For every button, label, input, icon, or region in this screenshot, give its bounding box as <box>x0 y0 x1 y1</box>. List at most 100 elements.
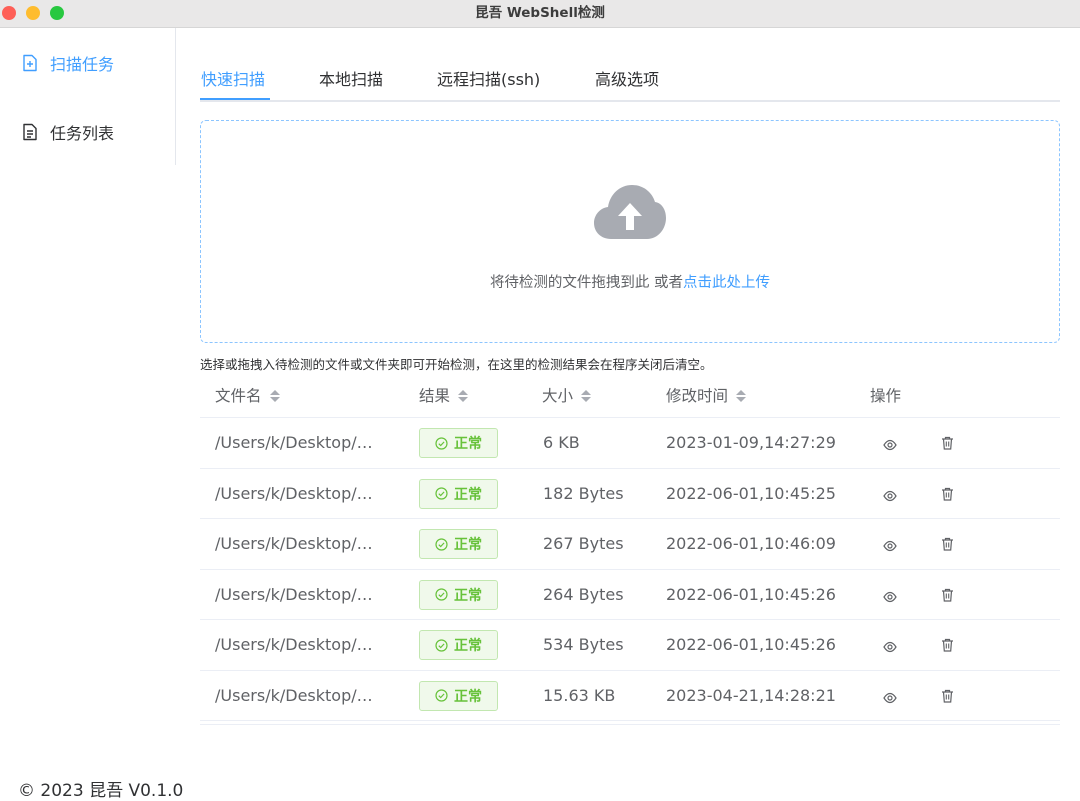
upload-text: 将待检测的文件拖拽到此 或者 <box>489 275 684 291</box>
delete-button[interactable] <box>941 486 954 505</box>
table-row: /Users/k/Desktop/… 正常 6 KB 2023-01-09,14:27… <box>200 418 1060 469</box>
check-circle-icon <box>435 689 448 702</box>
table-row: /Users/k/Desktop/… 正常 267 Bytes 2022-06-01,… <box>200 519 1060 570</box>
sidebar-item-task-list[interactable]: 任务列表 <box>22 118 114 146</box>
cell-modified: 2023-01-09,14:27:29 <box>666 433 836 452</box>
delete-button[interactable] <box>941 435 954 454</box>
active-tab-indicator <box>200 98 270 100</box>
cell-filename: /Users/k/Desktop/… <box>215 433 373 452</box>
view-icon <box>883 490 897 501</box>
tab-remote-scan[interactable]: 远程扫描(ssh) <box>437 66 540 90</box>
document-list-icon <box>23 123 37 141</box>
result-status-badge: 正常 <box>419 630 498 660</box>
table-header: 文件名 结果 大小 修改时间 操作 <box>200 370 1060 418</box>
column-header-result[interactable]: 结果 <box>419 384 469 406</box>
sidebar-item-label: 任务列表 <box>50 124 115 143</box>
view-button[interactable] <box>883 537 897 556</box>
upload-instructions: 将待检测的文件拖拽到此 或者点击此处上传 <box>201 271 1059 292</box>
cell-modified: 2023-04-21,14:28:21 <box>666 685 836 705</box>
view-icon <box>883 439 897 451</box>
results-table: 文件名 结果 大小 修改时间 操作 /Users/k/Desktop/… 正常 6 … <box>200 370 1060 725</box>
table-row: /Users/k/Desktop/… 正常 15.63 KB 2023-04-21,1… <box>200 671 1060 721</box>
cell-size: 534 Bytes <box>543 635 624 654</box>
cell-filename: /Users/k/Desktop/… <box>215 635 373 654</box>
view-button[interactable] <box>883 588 897 607</box>
footer-copyright: © 2023 昆吾 V0.1.0 <box>18 781 184 801</box>
sidebar: 扫描任务 任务列表 <box>0 28 176 165</box>
cell-size: 15.63 KB <box>543 685 616 705</box>
sort-icon[interactable] <box>269 390 280 402</box>
result-status-badge: 正常 <box>419 680 498 711</box>
column-header-filename[interactable]: 文件名 <box>215 384 280 406</box>
tab-local-scan[interactable]: 本地扫描 <box>319 66 383 90</box>
scan-tabs: 快速扫描 本地扫描 远程扫描(ssh) 高级选项 <box>200 56 1060 102</box>
result-label: 正常 <box>454 486 482 503</box>
table-row: /Users/k/Desktop/… 正常 534 Bytes 2022-06-01,… <box>200 620 1060 671</box>
cell-size: 182 Bytes <box>543 483 624 503</box>
cell-modified: 2022-06-01,10:46:09 <box>666 534 836 553</box>
sidebar-item-scan-task[interactable]: 扫描任务 <box>22 49 114 77</box>
result-label: 正常 <box>454 638 482 654</box>
check-circle-icon <box>435 436 448 450</box>
cloud-upload-icon <box>594 185 666 239</box>
delete-button[interactable] <box>941 688 954 707</box>
trash-icon <box>942 537 953 551</box>
trash-icon <box>942 689 953 703</box>
view-icon <box>883 540 897 552</box>
cell-filename: /Users/k/Desktop/… <box>215 483 373 503</box>
delete-button[interactable] <box>941 536 954 555</box>
result-status-badge: 正常 <box>419 579 498 610</box>
tab-advanced-options[interactable]: 高级选项 <box>595 66 659 90</box>
cell-size: 6 KB <box>543 433 580 452</box>
cell-size: 267 Bytes <box>543 534 624 553</box>
window-title: 昆吾 WebShell检测 <box>475 5 605 21</box>
trash-icon <box>942 588 953 602</box>
view-button[interactable] <box>883 436 897 455</box>
check-circle-icon <box>435 537 448 551</box>
view-button[interactable] <box>883 638 897 657</box>
trash-icon <box>942 487 953 501</box>
check-circle-icon <box>435 487 448 500</box>
result-label: 正常 <box>454 688 482 705</box>
view-icon <box>883 692 897 703</box>
table-body: /Users/k/Desktop/… 正常 6 KB 2023-01-09,14:27… <box>200 418 1060 721</box>
view-button[interactable] <box>883 689 897 708</box>
check-circle-icon <box>435 588 448 601</box>
sort-icon[interactable] <box>458 390 469 402</box>
sort-icon[interactable] <box>736 390 747 402</box>
sidebar-item-label: 扫描任务 <box>50 55 115 74</box>
sort-icon[interactable] <box>581 390 592 402</box>
table-row: /Users/k/Desktop/… 正常 182 Bytes 2022-06-01,… <box>200 469 1060 519</box>
delete-button[interactable] <box>941 587 954 606</box>
table-bottom-border <box>200 721 1060 725</box>
cell-size: 264 Bytes <box>543 584 624 604</box>
view-icon <box>883 591 897 602</box>
column-header-actions: 操作 <box>870 387 902 405</box>
cell-modified: 2022-06-01,10:45:26 <box>666 584 836 604</box>
result-label: 正常 <box>454 587 482 604</box>
result-status-badge: 正常 <box>419 478 498 509</box>
check-circle-icon <box>435 638 448 652</box>
click-to-upload-link[interactable]: 点击此处上传 <box>683 275 770 291</box>
column-header-modified[interactable]: 修改时间 <box>666 384 747 406</box>
result-label: 正常 <box>454 537 482 553</box>
column-header-size[interactable]: 大小 <box>542 384 592 406</box>
result-label: 正常 <box>454 436 482 452</box>
cell-modified: 2022-06-01,10:45:25 <box>666 483 836 503</box>
cell-filename: /Users/k/Desktop/… <box>215 534 373 553</box>
upload-dropzone[interactable]: 将待检测的文件拖拽到此 或者点击此处上传 <box>200 120 1060 343</box>
view-button[interactable] <box>883 487 897 506</box>
view-icon <box>883 641 897 653</box>
result-status-badge: 正常 <box>419 428 498 458</box>
cell-filename: /Users/k/Desktop/… <box>215 584 373 604</box>
trash-icon <box>942 638 953 652</box>
delete-button[interactable] <box>941 637 954 656</box>
cell-filename: /Users/k/Desktop/… <box>215 685 373 705</box>
tab-quick-scan[interactable]: 快速扫描 <box>201 66 265 90</box>
cell-modified: 2022-06-01,10:45:26 <box>666 635 836 654</box>
result-status-badge: 正常 <box>419 529 498 559</box>
trash-icon <box>942 436 953 450</box>
window-titlebar: 昆吾 WebShell检测 <box>0 0 1080 28</box>
document-add-icon <box>23 54 37 72</box>
table-row: /Users/k/Desktop/… 正常 264 Bytes 2022-06-01,… <box>200 570 1060 620</box>
